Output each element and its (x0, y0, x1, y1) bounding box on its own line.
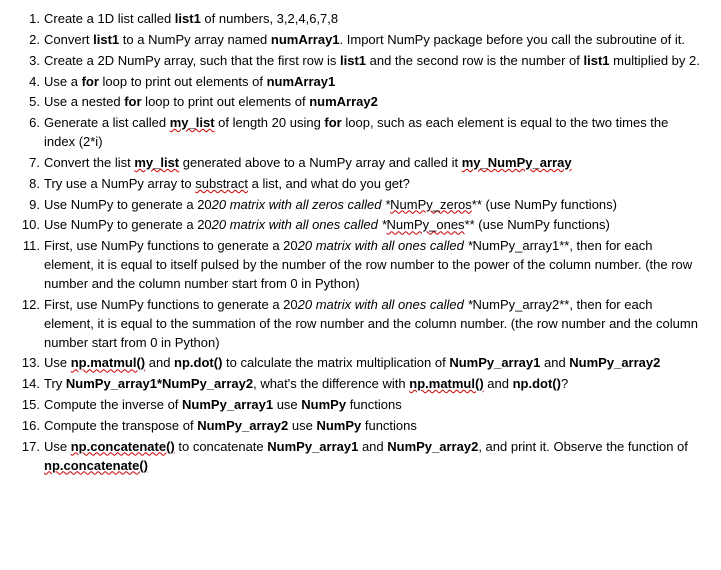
text: , what's the difference with (253, 376, 409, 391)
text: Try use a NumPy array to (44, 176, 195, 191)
text: functions (361, 418, 417, 433)
misspell-text: NumPy_ones (387, 217, 465, 232)
bold-text: list1 (340, 53, 366, 68)
misspell-text: np.concatenate() (71, 439, 175, 454)
text: and (484, 376, 513, 391)
text: of numbers, 3,2,4,6,7,8 (201, 11, 338, 26)
text: Try (44, 376, 66, 391)
text: loop to print out elements of (99, 74, 267, 89)
misspell-text: np.concatenate() (44, 458, 148, 473)
text: functions (346, 397, 402, 412)
bold-text: NumPy (301, 397, 346, 412)
misspell-text: my_list (134, 155, 179, 170)
misspell-text: my_NumPy_array (462, 155, 572, 170)
misspell-text: NumPy_zeros (390, 197, 472, 212)
list-item: Create a 1D list called list1 of numbers… (18, 10, 703, 29)
numbered-list: Create a 1D list called list1 of numbers… (18, 10, 703, 475)
bold-text: numArray2 (309, 94, 378, 109)
text: Compute the transpose of (44, 418, 197, 433)
text: and (358, 439, 387, 454)
bold-text: numArray1 (267, 74, 336, 89)
text: to calculate the matrix multiplication o… (222, 355, 449, 370)
text: of length 20 using (215, 115, 325, 130)
text: ** (use NumPy functions) (465, 217, 610, 232)
list-item: Use a nested for loop to print out eleme… (18, 93, 703, 112)
text: use (273, 397, 301, 412)
bold-text: numArray1 (271, 32, 340, 47)
text: and the second row is the number of (366, 53, 584, 68)
text: Use NumPy to generate a 20 (44, 217, 212, 232)
bold-text: NumPy_array1 (182, 397, 273, 412)
text: Compute the inverse of (44, 397, 182, 412)
italic-text: 20 matrix with all ones called * (212, 217, 387, 232)
list-item: Create a 2D NumPy array, such that the f… (18, 52, 703, 71)
misspell-text: np.matmul() (409, 376, 483, 391)
text: ? (561, 376, 568, 391)
bold-text: for (82, 74, 99, 89)
list-item: Compute the inverse of NumPy_array1 use … (18, 396, 703, 415)
list-item: Use np.concatenate() to concatenate NumP… (18, 438, 703, 476)
text: Use NumPy to generate a 20 (44, 197, 212, 212)
italic-text: 20 matrix with all zeros called * (212, 197, 390, 212)
text: Convert (44, 32, 93, 47)
text: First, use NumPy functions to generate a… (44, 297, 298, 312)
text: First, use NumPy functions to generate a… (44, 238, 298, 253)
bold-text: list1 (175, 11, 201, 26)
text: Use (44, 439, 71, 454)
list-item: First, use NumPy functions to generate a… (18, 237, 703, 294)
list-item: Try use a NumPy array to substract a lis… (18, 175, 703, 194)
text: to a NumPy array named (119, 32, 271, 47)
text: use (288, 418, 316, 433)
bold-text: NumPy_array2 (569, 355, 660, 370)
bold-text: np.dot() (174, 355, 222, 370)
list-item: Use NumPy to generate a 2020 matrix with… (18, 216, 703, 235)
list-item: Use a for loop to print out elements of … (18, 73, 703, 92)
list-item: Use np.matmul() and np.dot() to calculat… (18, 354, 703, 373)
misspell-text: my_list (170, 115, 215, 130)
bold-text: NumPy (316, 418, 361, 433)
text: Convert the list (44, 155, 134, 170)
bold-text: NumPy_array2 (197, 418, 288, 433)
text: , and print it. Observe the function of (478, 439, 688, 454)
bold-text: for (324, 115, 341, 130)
list-item: Try NumPy_array1*NumPy_array2, what's th… (18, 375, 703, 394)
text: and (145, 355, 174, 370)
bold-text: NumPy_array1*NumPy_array2 (66, 376, 253, 391)
list-item: Generate a list called my_list of length… (18, 114, 703, 152)
text: to concatenate (175, 439, 268, 454)
list-item: Convert the list my_list generated above… (18, 154, 703, 173)
list-item: Compute the transpose of NumPy_array2 us… (18, 417, 703, 436)
bold-text: NumPy_array1 (267, 439, 358, 454)
text: Use a nested (44, 94, 124, 109)
italic-text: 20 matrix with all ones called * (298, 297, 473, 312)
text: multiplied by 2. (610, 53, 700, 68)
misspell-text: substract (195, 176, 248, 191)
bold-text: np.dot() (513, 376, 561, 391)
text: Use a (44, 74, 82, 89)
text: Create a 1D list called (44, 11, 175, 26)
list-item: Use NumPy to generate a 2020 matrix with… (18, 196, 703, 215)
text: generated above to a NumPy array and cal… (179, 155, 462, 170)
misspell-text: np.matmul() (71, 355, 145, 370)
text: ** (use NumPy functions) (472, 197, 617, 212)
text: Use (44, 355, 71, 370)
bold-text: NumPy_array2 (387, 439, 478, 454)
text: . Import NumPy package before you call t… (340, 32, 685, 47)
italic-text: 20 matrix with all ones called * (298, 238, 473, 253)
bold-text: list1 (584, 53, 610, 68)
text: and (540, 355, 569, 370)
list-item: First, use NumPy functions to generate a… (18, 296, 703, 353)
text: a list, and what do you get? (248, 176, 410, 191)
bold-text: NumPy_array1 (449, 355, 540, 370)
bold-text: list1 (93, 32, 119, 47)
text: Create a 2D NumPy array, such that the f… (44, 53, 340, 68)
text: loop to print out elements of (142, 94, 310, 109)
text: Generate a list called (44, 115, 170, 130)
list-item: Convert list1 to a NumPy array named num… (18, 31, 703, 50)
bold-text: for (124, 94, 141, 109)
